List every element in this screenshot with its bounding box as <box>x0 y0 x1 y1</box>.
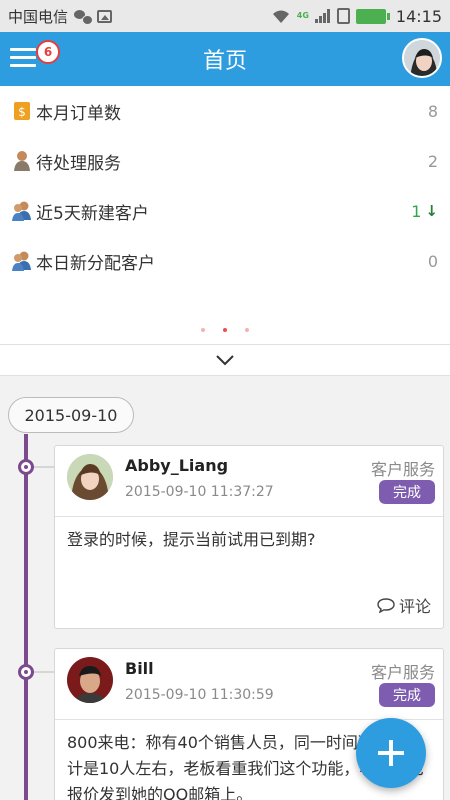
stat-row-orders[interactable]: $ 本月订单数 8 <box>0 86 450 136</box>
timeline-connector <box>34 466 54 468</box>
timeline-line <box>24 434 28 800</box>
signal-icon <box>314 9 331 23</box>
stat-label: 待处理服务 <box>36 153 121 174</box>
author-name[interactable]: Abby_Liang <box>125 456 228 475</box>
menu-button[interactable] <box>10 46 38 68</box>
comment-label: 评论 <box>398 597 431 616</box>
stat-value: 1 <box>411 201 422 221</box>
add-button[interactable] <box>356 718 426 788</box>
order-icon: $ <box>12 100 32 122</box>
timeline-connector <box>34 671 54 673</box>
comment-button[interactable]: 评论 <box>377 593 431 617</box>
stat-value: 0 <box>427 251 438 271</box>
timeline-node <box>18 664 34 680</box>
image-icon <box>97 9 113 23</box>
user-icon <box>12 150 32 172</box>
card-header: Abby_Liang 2015-09-10 11:37:27 客户服务 完成 <box>55 446 443 516</box>
user-avatar[interactable] <box>402 38 442 78</box>
page-dot <box>245 328 249 332</box>
card-footer: 评论 <box>55 593 443 629</box>
clock: 14:15 <box>395 6 442 26</box>
status-badge: 完成 <box>379 480 435 504</box>
timeline-date: 2015-09-10 <box>8 397 134 433</box>
stat-row-pending-service[interactable]: 待处理服务 2 <box>0 136 450 186</box>
status-badge: 完成 <box>379 683 435 707</box>
card-content: 登录的时候，提示当前试用已到期? <box>67 530 316 549</box>
wifi-icon <box>272 10 289 23</box>
avatar[interactable] <box>67 657 113 703</box>
network-type-label: 4G <box>296 11 309 20</box>
stat-label: 近5天新建客户 <box>36 203 149 224</box>
battery-icon <box>355 8 390 24</box>
status-bar: 中国电信 4G 14:15 <box>0 0 450 32</box>
users-icon <box>12 250 32 272</box>
author-name[interactable]: Bill <box>125 659 154 678</box>
app-header: 6 首页 <box>0 32 450 86</box>
avatar[interactable] <box>67 454 113 500</box>
activity-card[interactable]: Abby_Liang 2015-09-10 11:37:27 客户服务 完成 登… <box>54 445 444 629</box>
stats-panel: $ 本月订单数 8 待处理服务 2 近5天新建客户 1 ↓ 本日新分配客户 0 <box>0 86 450 344</box>
stat-value: 8 <box>427 101 438 121</box>
stat-label: 本日新分配客户 <box>36 253 155 274</box>
stat-label: 本月订单数 <box>36 103 121 124</box>
carrier-label: 中国电信 <box>8 7 69 26</box>
avatar-image <box>404 40 440 76</box>
timestamp: 2015-09-10 11:37:27 <box>125 484 274 500</box>
timeline-node <box>18 459 34 475</box>
wechat-icon <box>74 9 94 25</box>
chevron-down-icon <box>216 355 234 366</box>
notification-badge: 6 <box>36 40 60 64</box>
activity-type: 客户服务 <box>370 663 435 682</box>
users-icon <box>12 200 32 222</box>
svg-text:$: $ <box>18 105 26 119</box>
stat-row-new-customers[interactable]: 近5天新建客户 1 ↓ <box>0 186 450 236</box>
comment-icon <box>377 598 395 613</box>
card-header: Bill 2015-09-10 11:30:59 客户服务 完成 <box>55 649 443 719</box>
page-dot <box>201 328 205 332</box>
page-title: 首页 <box>202 49 247 74</box>
sim-icon <box>336 8 350 24</box>
stat-value: 2 <box>427 151 438 171</box>
timestamp: 2015-09-10 11:30:59 <box>125 687 274 703</box>
plus-icon <box>378 740 404 766</box>
trend-down-icon: ↓ <box>425 202 438 220</box>
expand-toggle[interactable] <box>0 344 450 376</box>
stat-row-assigned-customers[interactable]: 本日新分配客户 0 <box>0 236 450 286</box>
page-dot-active <box>223 328 227 332</box>
activity-type: 客户服务 <box>370 460 435 479</box>
page-indicator <box>0 328 450 332</box>
